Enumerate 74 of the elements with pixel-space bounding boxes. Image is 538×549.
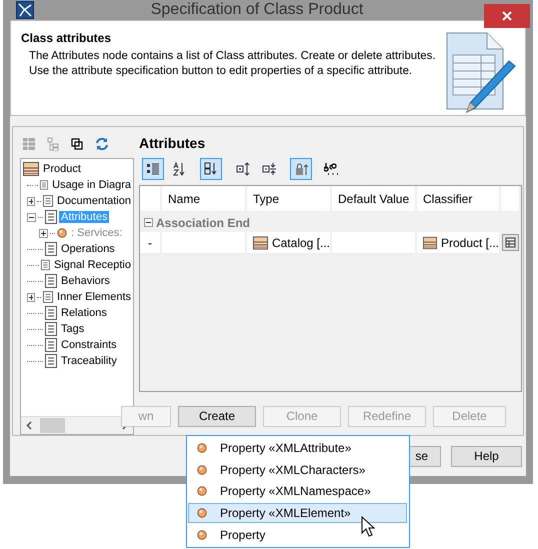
- collapse-all-icon: [262, 162, 276, 176]
- menu-item[interactable]: Property: [188, 525, 407, 545]
- column-header[interactable]: Default Value: [332, 186, 417, 211]
- hierarchy-icon: [47, 137, 59, 151]
- menu-item[interactable]: Property «XMLCharacters»: [188, 460, 407, 480]
- tree-item[interactable]: Signal Receptio: [52, 259, 133, 271]
- property-icon: [197, 464, 207, 475]
- document-icon: [40, 178, 48, 192]
- column-header[interactable]: Classifier: [417, 186, 501, 211]
- tree-item[interactable]: Operations: [59, 243, 117, 255]
- group-label: Association End: [156, 216, 250, 230]
- class-icon: [23, 162, 39, 176]
- scroll-left-icon[interactable]: [26, 421, 32, 430]
- document-icon: [45, 242, 57, 256]
- sort-icon: [172, 162, 186, 176]
- document-icon: [45, 338, 57, 352]
- class-icon: [423, 236, 437, 250]
- specification-button[interactable]: [502, 234, 519, 251]
- copy-icon: [71, 138, 83, 150]
- property-icon: [197, 486, 207, 496]
- tree-item[interactable]: Behaviors: [59, 275, 112, 287]
- section-title: Attributes: [139, 135, 206, 153]
- tree-item[interactable]: : Services:: [69, 227, 124, 239]
- lock-icon: [294, 162, 308, 176]
- menu-item[interactable]: Property «XMLNamespace»: [188, 482, 407, 502]
- document-icon: [41, 258, 50, 272]
- dialog-button[interactable]: Help: [451, 446, 522, 466]
- column-header[interactable]: Type: [247, 186, 332, 211]
- window-title: Specification of Class Product: [150, 1, 364, 19]
- header-title: Class attributes: [21, 31, 112, 45]
- property-icon: [57, 228, 67, 238]
- close-icon: [502, 11, 512, 21]
- tree-item[interactable]: Relations: [59, 307, 109, 319]
- header-description: The Attributes node contains a list of Class attributes. Create or delete attributes. Use the attribute specification button to edit properties of a specific attribute.: [28, 49, 436, 79]
- class-icon: [253, 236, 268, 250]
- mouse-cursor-icon: [361, 516, 375, 538]
- property-icon: [197, 530, 207, 540]
- tree-item[interactable]: Constraints: [59, 339, 119, 351]
- action-button[interactable]: Create: [178, 406, 256, 426]
- tree-item[interactable]: Usage in Diagra: [50, 179, 133, 191]
- group-sort-icon: [204, 162, 218, 176]
- expand-toggle-icon[interactable]: [27, 212, 36, 222]
- menu-item[interactable]: Property «XMLElement»: [188, 503, 407, 524]
- expand-toggle-icon[interactable]: [39, 228, 48, 238]
- document-icon: [45, 354, 57, 368]
- refresh-icon: [95, 137, 109, 151]
- expand-all-icon: [236, 162, 250, 176]
- tree-item[interactable]: Tags: [59, 323, 86, 335]
- document-icon: [45, 322, 57, 336]
- scrollbar-thumb[interactable]: [40, 418, 65, 433]
- expand-toggle-icon[interactable]: [27, 196, 35, 206]
- column-header[interactable]: Name: [162, 186, 247, 211]
- toolbar-button[interactable]: [200, 158, 222, 180]
- document-icon: [45, 306, 57, 320]
- table-icon: [23, 138, 35, 150]
- close-button[interactable]: [484, 4, 530, 28]
- tree-item[interactable]: Inner Elements: [55, 291, 133, 303]
- toolbar-button[interactable]: [142, 158, 164, 180]
- tree-item[interactable]: Documentation: [55, 195, 133, 207]
- expand-toggle-icon[interactable]: [27, 292, 35, 302]
- document-icon: [43, 290, 54, 304]
- document-icon: [43, 194, 53, 208]
- document-icon: [45, 210, 57, 224]
- tree-item[interactable]: Traceability: [59, 355, 119, 367]
- table-cell: Product [...: [417, 232, 501, 253]
- menu-item[interactable]: Property «XMLAttribute»: [188, 438, 407, 458]
- table-cell: Catalog [...: [247, 232, 332, 253]
- list-icon: [146, 162, 160, 176]
- property-icon: [197, 442, 207, 453]
- property-icon: [197, 508, 207, 518]
- group-toggle-icon[interactable]: [144, 218, 153, 227]
- document-icon: [45, 274, 57, 288]
- table-cell: -: [140, 232, 162, 253]
- tree-item[interactable]: Product: [41, 163, 83, 175]
